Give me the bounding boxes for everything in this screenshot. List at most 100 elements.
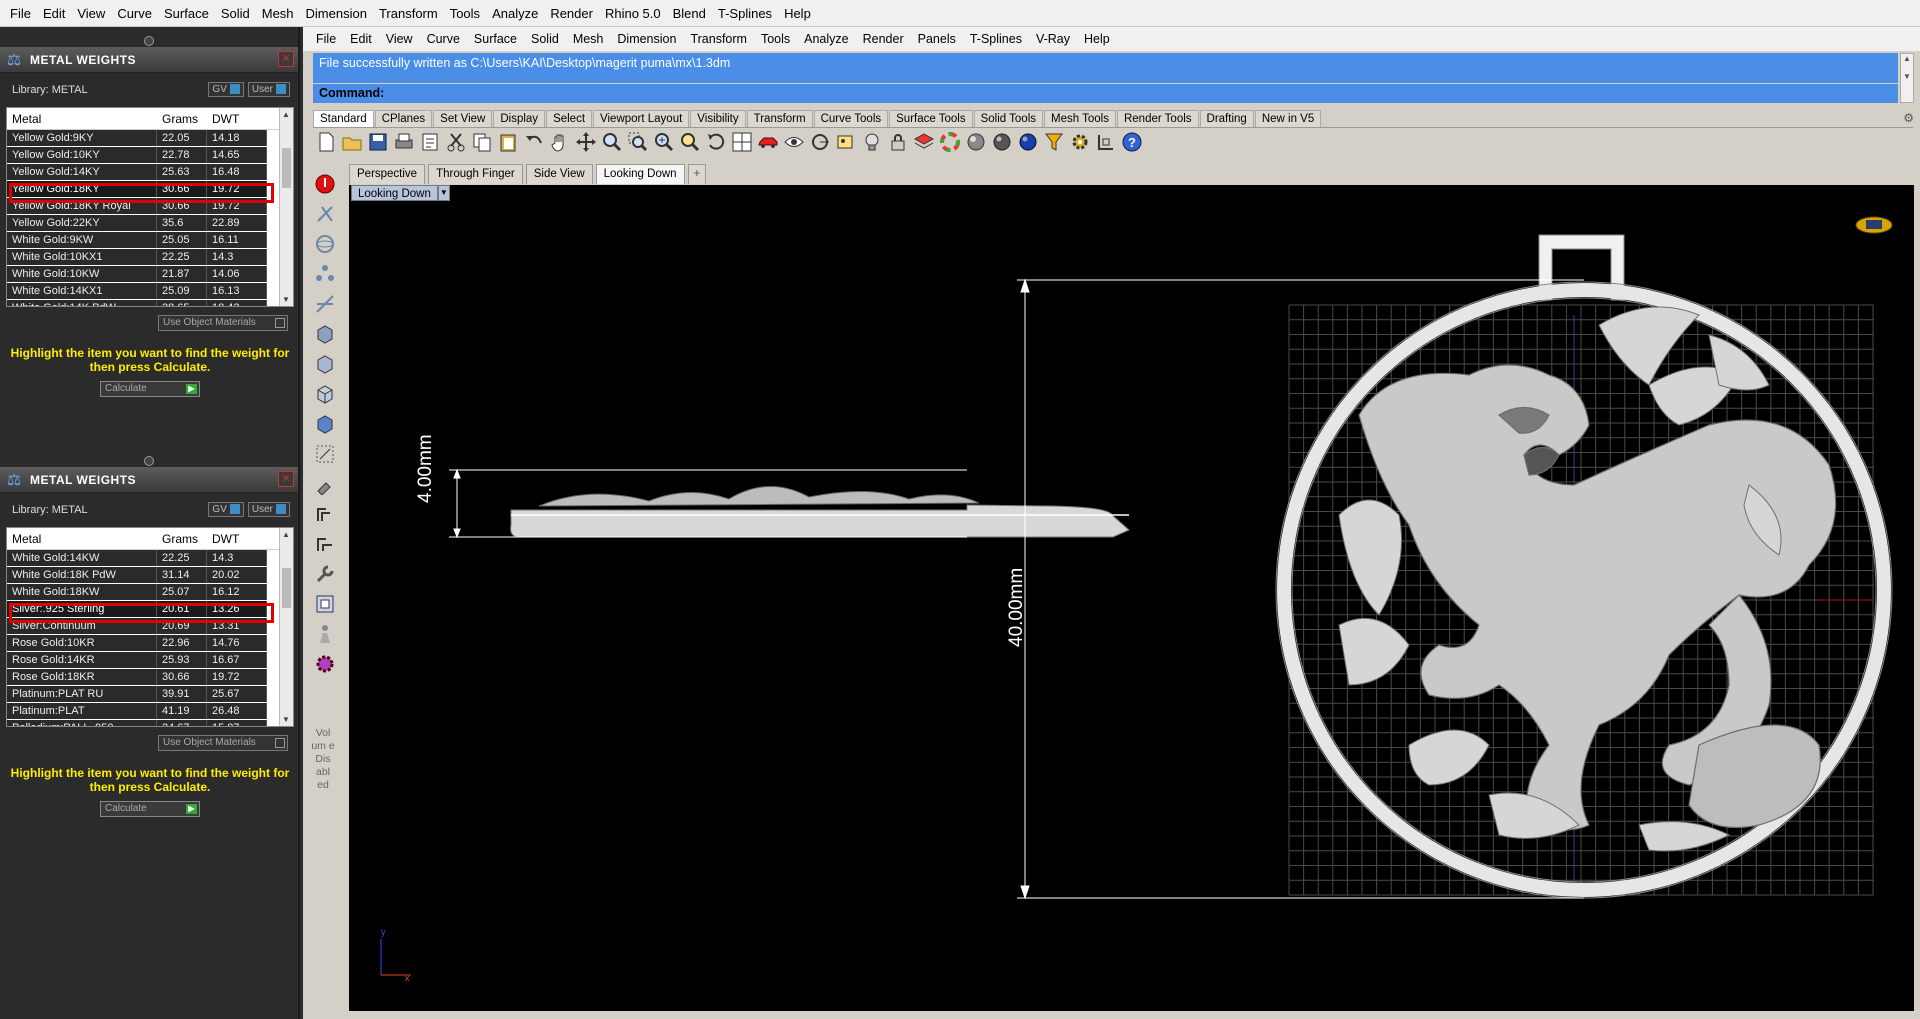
toolbar-tab-curve-tools[interactable]: Curve Tools	[813, 110, 889, 127]
car-select-icon[interactable]	[757, 131, 779, 153]
color-wheel-icon[interactable]	[939, 131, 961, 153]
rhino-menu-transform[interactable]: Transform	[683, 27, 754, 51]
node-icon[interactable]	[314, 263, 336, 285]
menu-dimension[interactable]: Dimension	[300, 0, 373, 27]
shaded-sphere-icon[interactable]	[991, 131, 1013, 153]
user-toggle[interactable]: User	[247, 82, 290, 97]
light-bulb-icon[interactable]	[861, 131, 883, 153]
calculate-button[interactable]: Calculate ▶	[100, 381, 200, 397]
rhino-menu-help[interactable]: Help	[1077, 27, 1117, 51]
calculate-button[interactable]: Calculate ▶	[100, 801, 200, 817]
box-solid-icon[interactable]	[314, 353, 336, 375]
zoom-selected-icon[interactable]	[679, 131, 701, 153]
table-row[interactable]: Platinum:PLAT RU 39.91 25.67	[7, 686, 293, 703]
box-icon[interactable]	[314, 323, 336, 345]
toolbar-tab-select[interactable]: Select	[546, 110, 593, 127]
toolbar-tab-set-view[interactable]: Set View	[433, 110, 493, 127]
options-gear-icon[interactable]	[1069, 131, 1091, 153]
rhino-menu-dimension[interactable]: Dimension	[610, 27, 683, 51]
save-icon[interactable]	[367, 131, 389, 153]
menu-rhino-5-0[interactable]: Rhino 5.0	[599, 0, 667, 27]
header-dwt[interactable]: DWT	[207, 108, 267, 129]
four-view-icon[interactable]	[731, 131, 753, 153]
gv-toggle[interactable]: GV	[208, 502, 244, 517]
scroll-up-icon[interactable]: ▲	[282, 110, 290, 119]
undo-view-icon[interactable]	[705, 131, 727, 153]
toolbar-tab-standard[interactable]: Standard	[313, 110, 374, 127]
plugin-gear-icon[interactable]	[314, 653, 336, 675]
rebuild-icon[interactable]	[314, 533, 336, 555]
panel-close-icon[interactable]: ✕	[278, 51, 294, 67]
table-row[interactable]: Yellow Gold:10KY 22.78 14.65	[7, 147, 293, 164]
viewport-tab-through-finger[interactable]: Through Finger	[428, 164, 523, 184]
toolbar-tab-solid-tools[interactable]: Solid Tools	[973, 110, 1043, 127]
table-row[interactable]: Platinum:PLAT 41.19 26.48	[7, 703, 293, 720]
rhino-menu-surface[interactable]: Surface	[467, 27, 524, 51]
rhino-menu-curve[interactable]: Curve	[420, 27, 467, 51]
table-row[interactable]: White Gold:14KX1 25.09 16.13	[7, 283, 293, 300]
view-cube-widget[interactable]	[1855, 216, 1893, 234]
toolbar-tab-transform[interactable]: Transform	[746, 110, 813, 127]
panel-grip[interactable]	[0, 35, 298, 47]
use-object-materials-checkbox[interactable]	[275, 318, 285, 328]
toolbar-tab-drafting[interactable]: Drafting	[1199, 110, 1254, 127]
material-sphere-icon[interactable]	[1017, 131, 1039, 153]
brush-icon[interactable]	[314, 473, 336, 496]
lock-icon[interactable]	[887, 131, 909, 153]
filter-icon[interactable]	[1043, 131, 1065, 153]
scroll-thumb[interactable]	[282, 568, 291, 608]
rhino-menu-edit[interactable]: Edit	[343, 27, 379, 51]
pan-hand-icon[interactable]	[549, 131, 571, 153]
box-edges-icon[interactable]	[314, 383, 336, 405]
toolbar-tab-mesh-tools[interactable]: Mesh Tools	[1044, 110, 1116, 127]
menu-render[interactable]: Render	[544, 0, 599, 27]
menu-surface[interactable]: Surface	[158, 0, 215, 27]
zoom-extents-icon[interactable]	[653, 131, 675, 153]
scroll-down-icon[interactable]: ▼	[282, 295, 290, 304]
properties-icon[interactable]	[419, 131, 441, 153]
menu-mesh[interactable]: Mesh	[256, 0, 300, 27]
viewport-label[interactable]: Looking Down ▼	[351, 185, 450, 201]
menu-file[interactable]: File	[4, 0, 37, 27]
gv-toggle[interactable]: GV	[208, 82, 244, 97]
help-icon[interactable]: ?	[1121, 131, 1143, 153]
print-icon[interactable]	[393, 131, 415, 153]
table-row[interactable]: Palladium:PALL .95024.6715.87	[7, 720, 293, 726]
table-row[interactable]: White Gold:9KW 25.05 16.11	[7, 232, 293, 249]
rhino-menu-tools[interactable]: Tools	[754, 27, 797, 51]
table-row[interactable]: White Gold:14K PdW28.6518.42	[7, 300, 293, 306]
menu-solid[interactable]: Solid	[215, 0, 256, 27]
table-row[interactable]: White Gold:14KW 22.25 14.3	[7, 550, 293, 567]
header-dwt[interactable]: DWT	[207, 528, 267, 549]
open-file-icon[interactable]	[341, 131, 363, 153]
menu-analyze[interactable]: Analyze	[486, 0, 544, 27]
toolbar-tab-display[interactable]: Display	[493, 110, 546, 127]
rhino-menu-panels[interactable]: Panels	[911, 27, 963, 51]
toolbar-settings-icon[interactable]: ⚙	[1903, 111, 1914, 125]
use-object-materials-toggle[interactable]: Use Object Materials	[158, 315, 288, 331]
table-row[interactable]: White Gold:10KW 21.87 14.06	[7, 266, 293, 283]
table-row[interactable]: White Gold:10KX1 22.25 14.3	[7, 249, 293, 266]
sketch-point-icon[interactable]	[314, 203, 336, 225]
panel-close-icon[interactable]: ✕	[278, 471, 294, 487]
render-sphere-icon[interactable]	[965, 131, 987, 153]
viewport-tab-perspective[interactable]: Perspective	[349, 164, 426, 184]
undo-icon[interactable]	[523, 131, 545, 153]
osnap-icon[interactable]	[809, 131, 831, 153]
viewport-menu-arrow-icon[interactable]: ▼	[437, 185, 450, 201]
grid-snap-icon[interactable]	[1095, 131, 1117, 153]
line-tool-icon[interactable]	[314, 293, 336, 315]
rhino-menu-t-splines[interactable]: T-Splines	[963, 27, 1029, 51]
copy-icon[interactable]	[471, 131, 493, 153]
paste-icon[interactable]	[497, 131, 519, 153]
rhino-menu-analyze[interactable]: Analyze	[797, 27, 855, 51]
header-grams[interactable]: Grams	[157, 528, 207, 549]
new-file-icon[interactable]	[315, 131, 337, 153]
toolbar-tab-viewport-layout[interactable]: Viewport Layout	[593, 110, 690, 127]
scroll-thumb[interactable]	[282, 148, 291, 188]
table-row[interactable]: Yellow Gold:9KY 22.05 14.18	[7, 130, 293, 147]
header-metal[interactable]: Metal	[7, 108, 157, 129]
calculate-go-icon[interactable]: ▶	[186, 804, 197, 814]
sphere-wire-icon[interactable]	[314, 233, 336, 255]
points-icon[interactable]	[835, 131, 857, 153]
